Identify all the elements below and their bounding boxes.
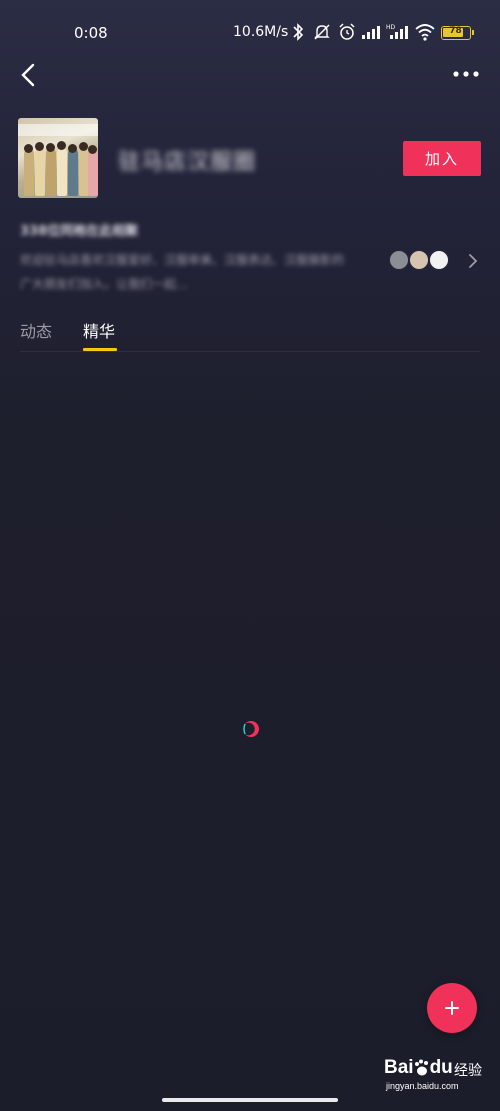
chevron-right-icon bbox=[469, 254, 478, 268]
avatar bbox=[408, 249, 430, 271]
group-description: 欢迎驻马店喜欢汉服爱好、汉服审美、汉服表达、汉服摄影的广大朋友们加入，让我们一起… bbox=[20, 253, 345, 291]
plus-icon bbox=[445, 1001, 459, 1015]
paw-icon bbox=[415, 1059, 428, 1076]
watermark-product: 经验 bbox=[454, 1063, 482, 1079]
status-bar: 0:08 10.6M/s HD 78 bbox=[0, 20, 500, 48]
members-more-button[interactable] bbox=[466, 251, 480, 271]
alarm-icon bbox=[339, 23, 355, 40]
mute-icon bbox=[314, 24, 330, 40]
status-time: 0:08 bbox=[74, 24, 108, 42]
add-post-button[interactable] bbox=[427, 983, 477, 1033]
wifi-icon bbox=[415, 24, 435, 41]
network-speed: 10.6M/s bbox=[233, 24, 289, 40]
bluetooth-icon bbox=[293, 23, 304, 41]
svg-text:HD: HD bbox=[386, 24, 396, 31]
group-description-title: 338位同袍在此相聚 bbox=[20, 224, 139, 239]
more-button[interactable] bbox=[448, 62, 484, 86]
chevron-left-icon bbox=[21, 63, 35, 87]
battery-icon: 78 bbox=[441, 26, 474, 40]
signal-hd-icon: HD bbox=[386, 24, 408, 39]
watermark: Bai du 经验 jingyan.baidu.com bbox=[384, 1057, 494, 1093]
group-name: 驻马店汉服圈 bbox=[118, 150, 257, 175]
loading-spinner-icon bbox=[242, 721, 259, 737]
signal-icon bbox=[362, 26, 380, 39]
watermark-url: jingyan.baidu.com bbox=[386, 1081, 459, 1091]
tab-bar: 动态 精华 bbox=[0, 312, 500, 352]
home-indicator[interactable] bbox=[162, 1098, 338, 1102]
tab-featured[interactable]: 精华 bbox=[83, 318, 115, 342]
join-button[interactable]: 加入 bbox=[403, 141, 481, 176]
tab-dynamic[interactable]: 动态 bbox=[20, 318, 52, 342]
battery-level: 78 bbox=[449, 26, 462, 36]
group-avatar[interactable] bbox=[18, 118, 98, 198]
member-avatars[interactable] bbox=[388, 249, 454, 273]
more-dots-icon bbox=[453, 71, 479, 77]
avatar bbox=[428, 249, 450, 271]
avatar bbox=[388, 249, 410, 271]
divider bbox=[20, 351, 480, 352]
back-button[interactable] bbox=[14, 60, 44, 90]
